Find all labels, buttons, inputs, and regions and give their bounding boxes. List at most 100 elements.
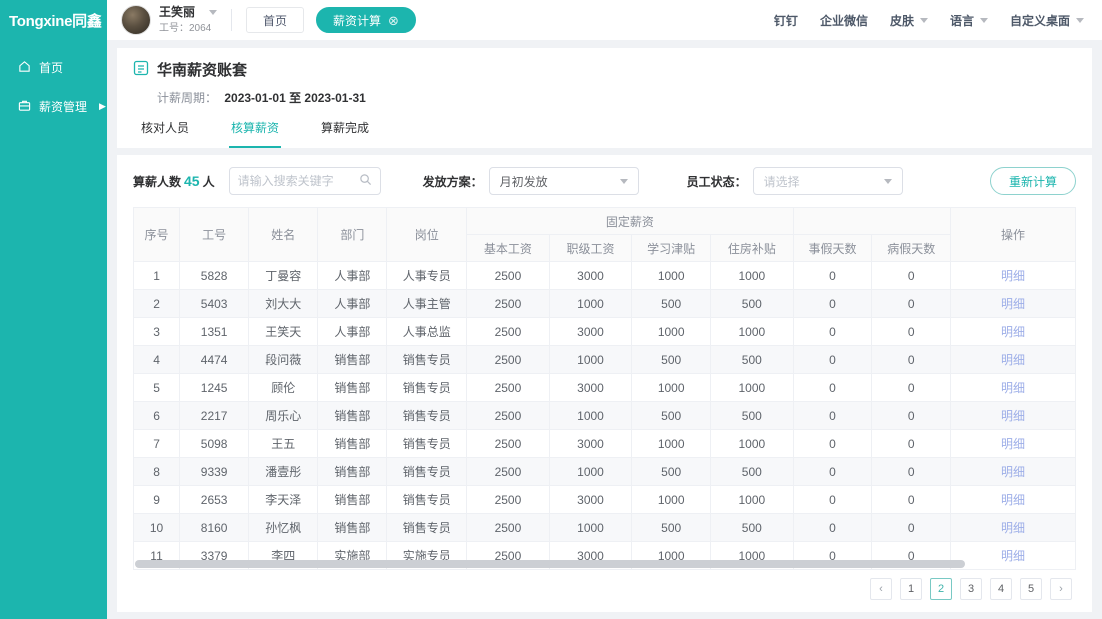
status-select-value: 请选择	[764, 173, 800, 190]
table-cell: 0	[793, 318, 872, 346]
detail-link[interactable]: 明细	[1001, 297, 1025, 311]
pagination-next-button[interactable]: ›	[1050, 578, 1072, 600]
search-box	[229, 167, 381, 195]
tab-calc-done[interactable]: 算薪完成	[319, 119, 371, 148]
table-cell: 1000	[711, 486, 794, 514]
horizontal-scrollbar	[133, 560, 1076, 568]
table-cell: 500	[711, 402, 794, 430]
menu-item-language[interactable]: 语言	[950, 12, 988, 29]
user-avatar[interactable]	[121, 5, 151, 35]
tab-chip-salary-calc[interactable]: 薪资计算 ⊗	[316, 7, 416, 33]
detail-link[interactable]: 明细	[1001, 269, 1025, 283]
tab-calc-salary[interactable]: 核算薪资	[229, 119, 281, 148]
table-cell: 销售专员	[387, 486, 467, 514]
pagination-page-5[interactable]: 5	[1020, 578, 1042, 600]
home-icon	[18, 60, 31, 76]
count-value: 45	[184, 173, 200, 189]
table-cell: 1000	[711, 318, 794, 346]
table-cell: 8	[134, 458, 180, 486]
recalculate-button[interactable]: 重新计算	[990, 167, 1076, 195]
main-area: 王笑丽 工号：2064 首页 薪资计算 ⊗ 钉钉 企业微信	[107, 0, 1102, 619]
table-cell: 500	[632, 458, 711, 486]
pagination-page-2[interactable]: 2	[930, 578, 952, 600]
table-cell: 9	[134, 486, 180, 514]
menu-item-custom-desktop[interactable]: 自定义桌面	[1010, 12, 1084, 29]
table-cell: 销售部	[318, 514, 387, 542]
table-cell: 销售专员	[387, 430, 467, 458]
table-cell: 周乐心	[249, 402, 318, 430]
sidebar-item-payroll[interactable]: 薪资管理 ▶	[0, 87, 107, 126]
table-cell: 2500	[467, 486, 550, 514]
status-select[interactable]: 请选择	[753, 167, 903, 195]
table-cell: 销售部	[318, 458, 387, 486]
table-cell: 500	[711, 346, 794, 374]
pagination-page-3[interactable]: 3	[960, 578, 982, 600]
sidebar-item-home[interactable]: 首页	[0, 48, 107, 87]
table-cell: 3000	[549, 486, 632, 514]
plan-select[interactable]: 月初发放	[489, 167, 639, 195]
detail-link[interactable]: 明细	[1001, 381, 1025, 395]
detail-link[interactable]: 明细	[1001, 493, 1025, 507]
col-header: 基本工资	[467, 235, 550, 262]
table-cell: 销售专员	[387, 514, 467, 542]
col-header: 部门	[318, 208, 387, 262]
table-cell: 销售部	[318, 346, 387, 374]
table-cell: 4474	[180, 346, 249, 374]
table-cell: 0	[793, 374, 872, 402]
table-cell: 1000	[711, 374, 794, 402]
col-header: 工号	[180, 208, 249, 262]
table-cell: 顾伦	[249, 374, 318, 402]
table-cell: 6	[134, 402, 180, 430]
table-cell: 0	[872, 262, 951, 290]
table-cell: 人事总监	[387, 318, 467, 346]
table-row: 75098王五销售部销售专员250030001000100000明细	[134, 430, 1076, 458]
salary-table: 序号 工号 姓名 部门 岗位 固定薪资 操作 基本工资	[133, 207, 1076, 570]
table-row: 89339潘壹彤销售部销售专员2500100050050000明细	[134, 458, 1076, 486]
table-cell: 0	[793, 514, 872, 542]
col-group-header-fixed-salary: 固定薪资	[467, 208, 793, 235]
pagination-page-1[interactable]: 1	[900, 578, 922, 600]
table-cell: 0	[872, 430, 951, 458]
table-cell: 2500	[467, 262, 550, 290]
sidebar-item-label: 首页	[39, 59, 63, 76]
table-cell: 0	[872, 290, 951, 318]
app-window: Tongxine同鑫 首页 薪资管理 ▶	[0, 0, 1102, 619]
table-cell: 500	[632, 346, 711, 374]
table-cell: 2500	[467, 318, 550, 346]
table-cell: 销售专员	[387, 374, 467, 402]
detail-link[interactable]: 明细	[1001, 353, 1025, 367]
table-cell-action: 明细	[951, 402, 1076, 430]
table-cell-action: 明细	[951, 290, 1076, 318]
detail-link[interactable]: 明细	[1001, 437, 1025, 451]
table-cell: 5	[134, 374, 180, 402]
detail-link[interactable]: 明细	[1001, 521, 1025, 535]
table-cell: 2500	[467, 346, 550, 374]
table-cell: 5828	[180, 262, 249, 290]
menu-item-wecom[interactable]: 企业微信	[820, 12, 868, 29]
table-cell-action: 明细	[951, 430, 1076, 458]
table-cell: 王笑天	[249, 318, 318, 346]
menu-item-dingtalk[interactable]: 钉钉	[774, 12, 798, 29]
search-input[interactable]	[238, 174, 359, 188]
detail-link[interactable]: 明细	[1001, 409, 1025, 423]
tab-check-staff[interactable]: 核对人员	[139, 119, 191, 148]
table-cell: 销售部	[318, 430, 387, 458]
close-icon[interactable]: ⊗	[388, 14, 399, 27]
table-cell: 0	[872, 346, 951, 374]
table-row: 62217周乐心销售部销售专员2500100050050000明细	[134, 402, 1076, 430]
table-row: 51245顾伦销售部销售专员250030001000100000明细	[134, 374, 1076, 402]
detail-link[interactable]: 明细	[1001, 465, 1025, 479]
pagination-prev-button[interactable]: ‹	[870, 578, 892, 600]
user-info[interactable]: 王笑丽 工号：2064	[159, 5, 217, 36]
tab-chip-home[interactable]: 首页	[246, 7, 304, 33]
table-row: 25403刘大大人事部人事主管2500100050050000明细	[134, 290, 1076, 318]
menu-item-skin[interactable]: 皮肤	[890, 12, 928, 29]
pagination-page-4[interactable]: 4	[990, 578, 1012, 600]
detail-link[interactable]: 明细	[1001, 325, 1025, 339]
chevron-down-icon	[920, 18, 928, 23]
col-header: 学习津贴	[632, 235, 711, 262]
table-cell-action: 明细	[951, 346, 1076, 374]
table-cell: 0	[872, 374, 951, 402]
table-cell: 2500	[467, 290, 550, 318]
scrollbar-thumb[interactable]	[135, 560, 965, 568]
